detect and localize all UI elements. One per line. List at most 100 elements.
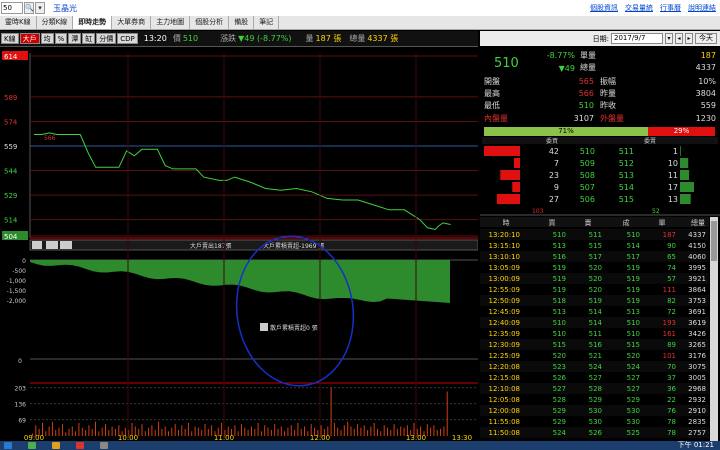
taskbar-app-icon[interactable] (76, 442, 84, 449)
tab-intraday[interactable]: 即時走勢 (73, 16, 113, 29)
change-percent: -8.77% (546, 51, 575, 60)
depth-buy-price: 508 (580, 171, 595, 180)
volume-bar (251, 426, 252, 436)
volume-bar (380, 431, 382, 436)
tick-cell: 78 (667, 429, 676, 437)
volume-bar (168, 431, 169, 436)
price-tick-label: 614 (4, 53, 18, 61)
info-volume: 187 張 (315, 34, 342, 43)
link-stock-info[interactable]: 個股資訊 (590, 3, 618, 13)
high-label: 最高 (484, 89, 500, 98)
chart-toolbar: K線 大戶 均 % 潭 缸 分價 CDP 13:20 價 510 漲跌 ▼49 … (0, 31, 478, 47)
outer-vol-value: 1230 (695, 114, 716, 123)
info-price: 510 (182, 34, 199, 43)
volume-bar (45, 431, 47, 436)
cdp-button[interactable]: CDP (117, 33, 138, 44)
tick-cell: 2910 (688, 407, 706, 415)
price-line (34, 132, 451, 231)
sell-ratio: 29% (648, 127, 715, 136)
taskbar: 下午 01:21 (0, 441, 720, 450)
taskbar-clock: 下午 01:21 (677, 441, 714, 449)
tick-cell: 3075 (688, 363, 706, 371)
tick-cell: 12:55:09 (489, 286, 520, 294)
big-player-button[interactable]: 大戶 (19, 33, 40, 44)
tick-scrollbar-thumb[interactable] (711, 221, 717, 261)
kline-button[interactable]: K線 (1, 33, 19, 44)
depth-sell-price: 515 (619, 195, 634, 204)
average-button[interactable]: 均 (40, 33, 54, 44)
volume-bar (154, 430, 156, 436)
tab-main-force-map[interactable]: 主力地圖 (151, 16, 191, 29)
link-help[interactable]: 說明連結 (688, 3, 716, 13)
depth-sell-volume: 13 (668, 195, 678, 204)
tick-header-cell: 時 (503, 219, 510, 227)
tick-cell: 510 (627, 231, 640, 239)
tab-stock-analysis[interactable]: 個股分析 (190, 16, 230, 29)
tab-category-k[interactable]: 分類K線 (37, 16, 74, 29)
link-volume-stats[interactable]: 交易量統 (625, 3, 653, 13)
volume-bar (400, 426, 402, 436)
tick-cell: 519 (589, 297, 602, 305)
buy-ratio: 71% (484, 127, 648, 136)
panel-help-button[interactable] (32, 241, 42, 249)
tick-table-rows: 13:20:10 510 511 510 187 4337 13:15:10 513 515 51… (480, 229, 709, 438)
tick-cell: 519 (553, 275, 566, 283)
tide-button[interactable]: 潭 (68, 33, 82, 44)
date-input[interactable]: 2017/9/7 (611, 33, 663, 44)
tick-cell: 520 (589, 286, 602, 294)
amplitude-value: 10% (698, 77, 716, 86)
volume-panel: 203 136 69 (15, 386, 478, 436)
volume-bar (78, 422, 80, 436)
depth-buy-bar (484, 146, 520, 156)
taskbar-app-icon[interactable] (28, 442, 36, 449)
tick-cell: 13:10:10 (489, 253, 520, 261)
tick-cell: 57 (667, 275, 676, 283)
tab-backup[interactable]: 備股 (229, 16, 255, 29)
stock-code-input[interactable]: 50 (1, 2, 23, 14)
tick-cell: 2932 (688, 396, 706, 404)
tick-cell: 527 (553, 385, 566, 393)
tick-cell: 12:00:08 (489, 407, 520, 415)
today-button[interactable]: 今天 (695, 33, 717, 44)
panel-setting-button[interactable] (46, 241, 58, 249)
volume-bar (363, 425, 365, 436)
price-dist-button[interactable]: 分價 (96, 33, 117, 44)
depth-buy-volume: 42 (549, 147, 559, 156)
tick-cell: 524 (553, 429, 567, 437)
link-calendar[interactable]: 行事曆 (660, 3, 681, 13)
tick-cell: 526 (589, 429, 603, 437)
intraday-chart[interactable]: 614589574559544529514504 566 510 大戶賣出187… (0, 48, 478, 441)
tab-notes[interactable]: 筆記 (254, 16, 280, 29)
panel-toggle-button[interactable] (60, 241, 72, 249)
price-tick-label: 514 (4, 217, 18, 225)
tick-cell: 76 (667, 407, 676, 415)
tick-cell: 4150 (688, 242, 706, 250)
taskbar-app-icon[interactable] (52, 442, 60, 449)
tick-cell: 22 (667, 396, 676, 404)
tick-cell: 519 (627, 275, 640, 283)
date-dropdown-icon[interactable]: ▾ (665, 33, 673, 44)
tick-cell: 12:45:09 (489, 308, 520, 316)
tick-cell: 529 (553, 418, 566, 426)
start-icon[interactable] (4, 442, 12, 449)
tank-button[interactable]: 缸 (82, 33, 96, 44)
percent-button[interactable]: % (54, 33, 68, 44)
search-button[interactable]: 🔍 (24, 2, 34, 14)
dropdown-button[interactable]: ▾ (35, 2, 45, 14)
retail-help-button[interactable] (260, 323, 268, 331)
volume-bar (184, 428, 186, 436)
retail-zero-tick: 0 (18, 358, 22, 365)
price-axis: 614 589 574 559 544 529 514 504 (2, 51, 28, 241)
taskbar-app-icon[interactable] (100, 442, 108, 449)
tick-cell: 3265 (688, 341, 706, 349)
tab-big-broker[interactable]: 大單券商 (112, 16, 152, 29)
tick-cell: 513 (553, 308, 566, 316)
big-price: 510 (494, 56, 519, 71)
depth-sell-volume: 1 (673, 147, 678, 156)
info-time: 13:20 (143, 34, 167, 43)
next-day-icon[interactable]: ▸ (685, 33, 693, 44)
tab-realtime-k[interactable]: 靈時K線 (0, 16, 37, 29)
prev-day-icon[interactable]: ◂ (675, 33, 683, 44)
time-tick: 09:00 (24, 434, 44, 441)
tick-cell: 518 (553, 297, 566, 305)
